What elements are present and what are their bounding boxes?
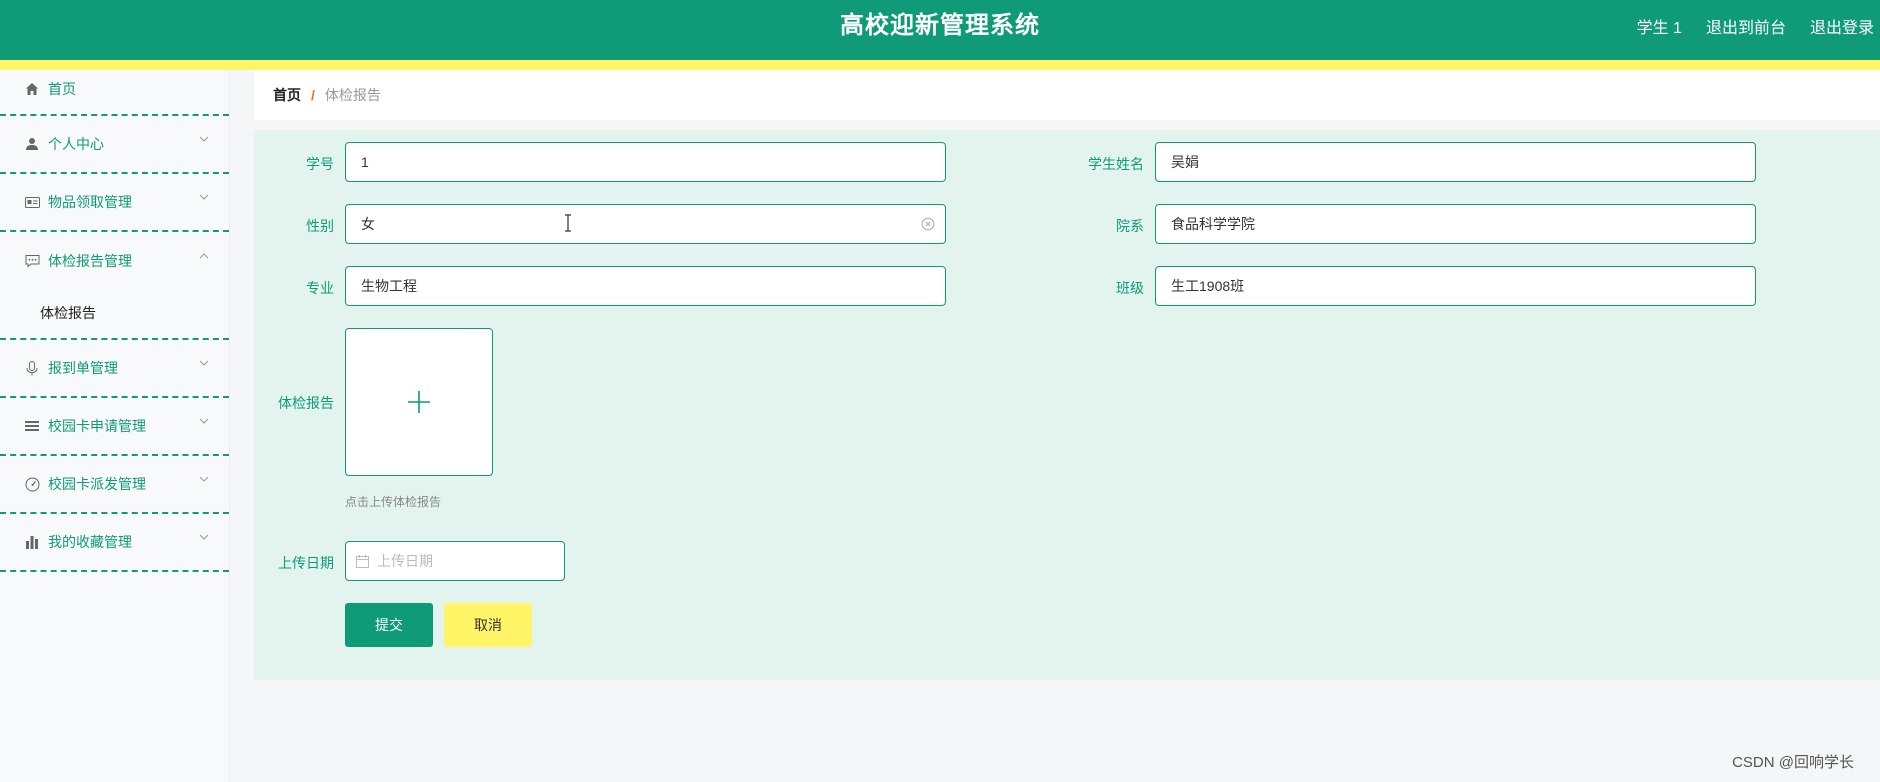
sidebar-item-label: 个人中心 <box>48 136 104 152</box>
department-label: 院系 <box>1116 218 1144 234</box>
bar-chart-icon <box>24 534 40 550</box>
breadcrumb-separator: / <box>311 87 315 103</box>
id-card-icon <box>24 194 40 210</box>
sidebar-item-label: 报到单管理 <box>48 360 118 376</box>
report-label: 体检报告 <box>278 395 334 411</box>
chevron-down-icon <box>199 194 209 200</box>
user-icon <box>24 136 40 152</box>
health-report-form: 学号 学生姓名 性别 院系 专业 班级 体检报告 点击上传体检报告 上传日期 提… <box>254 130 1880 680</box>
gender-label: 性别 <box>306 218 334 234</box>
breadcrumb-current: 体检报告 <box>324 87 381 103</box>
logout-link[interactable]: 退出登录 <box>1810 14 1874 38</box>
student-name-input[interactable] <box>1155 142 1756 182</box>
student-no-label: 学号 <box>306 156 334 172</box>
submenu-health-report: 体检报告 <box>0 290 229 340</box>
upload-date-input[interactable] <box>375 552 525 570</box>
chevron-down-icon <box>199 476 209 482</box>
sidebar-item-label: 校园卡派发管理 <box>48 476 146 492</box>
chat-icon <box>24 253 40 269</box>
gender-select[interactable] <box>345 204 946 244</box>
text-cursor-icon <box>565 214 571 232</box>
sidebar-item-health-report-mgmt[interactable]: 体检报告管理 <box>0 232 229 290</box>
header-accent-bar <box>0 60 1880 70</box>
sidebar-item-label: 首页 <box>48 81 76 97</box>
chevron-up-icon <box>199 253 209 259</box>
submit-button[interactable]: 提交 <box>345 603 433 647</box>
chevron-down-icon <box>199 418 209 424</box>
sidebar-item-card-dispatch[interactable]: 校园卡派发管理 <box>0 456 229 514</box>
chevron-down-icon <box>199 360 209 366</box>
clear-icon[interactable] <box>921 217 935 231</box>
sidebar-item-label: 体检报告管理 <box>48 253 132 269</box>
current-user-link[interactable]: 学生 1 <box>1637 14 1682 38</box>
watermark: CSDN @回响学长 <box>1732 754 1854 771</box>
exit-to-front-link[interactable]: 退出到前台 <box>1706 14 1786 38</box>
cancel-button[interactable]: 取消 <box>444 603 532 647</box>
student-no-input[interactable] <box>345 142 946 182</box>
sidebar-item-label: 我的收藏管理 <box>48 534 132 550</box>
app-title: 高校迎新管理系统 <box>840 12 1040 39</box>
sidebar-subitem-health-report[interactable]: 体检报告 <box>0 290 229 340</box>
plus-icon <box>408 391 430 413</box>
class-label: 班级 <box>1116 280 1144 296</box>
chevron-down-icon <box>199 136 209 142</box>
class-input[interactable] <box>1155 266 1756 306</box>
report-upload-box[interactable] <box>345 328 493 476</box>
list-icon <box>24 418 40 434</box>
upload-date-label: 上传日期 <box>278 555 334 571</box>
sidebar-item-registration[interactable]: 报到单管理 <box>0 340 229 398</box>
sidebar-item-label: 物品领取管理 <box>48 194 132 210</box>
breadcrumb-home[interactable]: 首页 <box>273 85 301 105</box>
sidebar-item-favorites[interactable]: 我的收藏管理 <box>0 514 229 572</box>
upload-date-picker[interactable] <box>345 541 565 581</box>
top-header: 高校迎新管理系统 学生 1 退出到前台 退出登录 <box>0 0 1880 60</box>
chevron-down-icon <box>199 534 209 540</box>
home-icon <box>24 81 40 97</box>
major-input[interactable] <box>345 266 946 306</box>
sidebar-item-home[interactable]: 首页 <box>0 70 229 116</box>
sidebar-item-label: 校园卡申请管理 <box>48 418 146 434</box>
department-input[interactable] <box>1155 204 1756 244</box>
sidebar-item-item-pickup[interactable]: 物品领取管理 <box>0 174 229 232</box>
upload-tip: 点击上传体检报告 <box>345 495 442 509</box>
breadcrumb: 首页 / 体检报告 <box>254 70 1880 120</box>
sidebar-item-card-apply[interactable]: 校园卡申请管理 <box>0 398 229 456</box>
major-label: 专业 <box>306 280 334 296</box>
gauge-icon <box>24 476 40 492</box>
calendar-icon <box>356 554 369 568</box>
header-user-links: 学生 1 退出到前台 退出登录 <box>1613 0 1880 60</box>
sidebar-item-personal-center[interactable]: 个人中心 <box>0 116 229 174</box>
sidebar: 首页 个人中心 物品领取管理 体检报告管理 体检报告 报到单管理 校园卡申请管理… <box>0 70 230 782</box>
student-name-label: 学生姓名 <box>1088 156 1144 172</box>
microphone-icon <box>24 360 40 376</box>
